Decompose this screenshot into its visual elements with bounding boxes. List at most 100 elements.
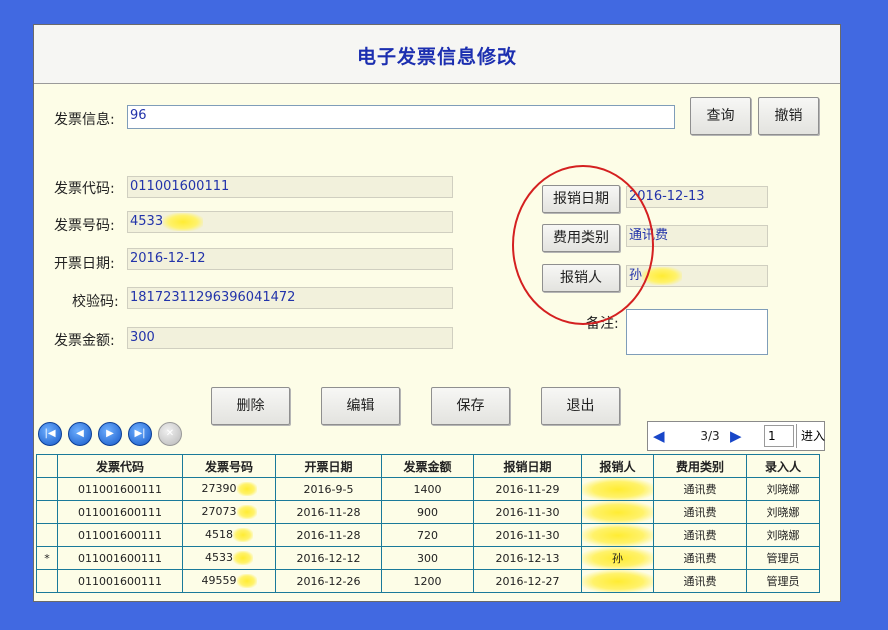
table-cell[interactable]: 2016-12-26	[275, 569, 382, 593]
go-button[interactable]: 进入	[796, 424, 826, 448]
column-header[interactable]: 费用类别	[653, 454, 747, 478]
redaction-mark	[236, 482, 257, 496]
cancel-search-button[interactable]: 撤销	[758, 97, 819, 135]
pager: ◀ 3/3 ▶ 1 进入	[647, 421, 825, 451]
next-icon[interactable]: ▶	[98, 422, 122, 446]
remark-field[interactable]	[626, 309, 768, 355]
invoice-date-field[interactable]: 2016-12-12	[127, 248, 453, 270]
table-cell[interactable]: 2016-11-30	[473, 500, 582, 524]
edit-button[interactable]: 编辑	[321, 387, 400, 425]
table-cell[interactable]: 2016-12-27	[473, 569, 582, 593]
title-bar: 电子发票信息修改	[34, 25, 840, 84]
cell-text: 49559	[201, 574, 237, 587]
invoice-amount-label: 发票金额:	[54, 333, 115, 349]
row-marker-header	[36, 454, 58, 478]
row-marker: *	[36, 546, 58, 570]
save-button[interactable]: 保存	[431, 387, 510, 425]
redaction-mark	[233, 528, 253, 542]
invoice-date-label: 开票日期:	[54, 256, 115, 272]
column-header[interactable]: 报销日期	[473, 454, 582, 478]
invoice-number-label: 发票号码:	[54, 218, 115, 234]
table-cell[interactable]: 刘晓娜	[746, 477, 820, 501]
table-cell[interactable]	[581, 477, 654, 501]
row-marker	[36, 523, 58, 547]
table-cell[interactable]: 刘晓娜	[746, 523, 820, 547]
window-title: 电子发票信息修改	[356, 46, 517, 68]
table-cell[interactable]: 管理员	[746, 546, 820, 570]
table-cell[interactable]: 300	[381, 546, 474, 570]
row-marker	[36, 477, 58, 501]
exit-button[interactable]: 退出	[541, 387, 620, 425]
table-cell[interactable]: 通讯费	[653, 569, 747, 593]
table-cell[interactable]	[581, 523, 654, 547]
column-header[interactable]: 发票代码	[57, 454, 183, 478]
reimburse-date-field[interactable]: 2016-12-13	[626, 186, 768, 208]
table-cell[interactable]: 011001600111	[57, 569, 183, 593]
invoice-edit-window: 电子发票信息修改 发票信息: 96 查询 撤销 发票代码: 0110016001…	[33, 24, 841, 602]
table-cell[interactable]	[581, 500, 654, 524]
redaction-mark	[233, 551, 253, 565]
table-cell[interactable]: 2016-11-30	[473, 523, 582, 547]
table-cell[interactable]: 通讯费	[653, 546, 747, 570]
invoice-table: 发票代码 发票号码 开票日期 发票金额 报销日期 报销人 费用类别 录入人 01…	[36, 454, 820, 593]
table-cell[interactable]: 011001600111	[57, 546, 183, 570]
delete-button[interactable]: 删除	[211, 387, 290, 425]
table-cell[interactable]: 1400	[381, 477, 474, 501]
table-cell[interactable]: 通讯费	[653, 477, 747, 501]
table-cell[interactable]: 通讯费	[653, 523, 747, 547]
column-header[interactable]: 发票号码	[182, 454, 276, 478]
table-cell[interactable]: 4518	[182, 523, 276, 547]
column-header[interactable]: 发票金额	[381, 454, 474, 478]
table-cell[interactable]: 2016-12-13	[473, 546, 582, 570]
table-cell[interactable]: 011001600111	[57, 500, 183, 524]
pager-next-icon[interactable]: ▶	[730, 427, 742, 445]
table-cell[interactable]: 2016-9-5	[275, 477, 382, 501]
table-row[interactable]: * 011001600111 4533 2016-12-12 300 2016-…	[36, 546, 820, 570]
table-cell[interactable]: 2016-11-28	[275, 523, 382, 547]
first-icon[interactable]: |◀	[38, 422, 62, 446]
table-cell[interactable]: 720	[381, 523, 474, 547]
table-row[interactable]: 011001600111 49559 2016-12-26 1200 2016-…	[36, 569, 820, 593]
redaction-mark	[163, 212, 204, 231]
invoice-number-field[interactable]: 4533	[127, 211, 453, 233]
column-header[interactable]: 开票日期	[275, 454, 382, 478]
column-header[interactable]: 报销人	[581, 454, 654, 478]
search-label: 发票信息:	[54, 112, 115, 128]
table-cell[interactable]	[581, 569, 654, 593]
column-header[interactable]: 录入人	[746, 454, 820, 478]
table-cell[interactable]: 900	[381, 500, 474, 524]
table-cell[interactable]: 2016-12-12	[275, 546, 382, 570]
pager-prev-icon[interactable]: ◀	[653, 427, 665, 445]
page-input[interactable]: 1	[764, 425, 794, 447]
table-cell[interactable]: 2016-11-29	[473, 477, 582, 501]
table-cell[interactable]: 27073	[182, 500, 276, 524]
table-cell[interactable]: 011001600111	[57, 523, 183, 547]
table-row[interactable]: 011001600111 4518 2016-11-28 720 2016-11…	[36, 523, 820, 547]
table-header-row: 发票代码 发票号码 开票日期 发票金额 报销日期 报销人 费用类别 录入人	[36, 454, 820, 478]
table-cell[interactable]: 49559	[182, 569, 276, 593]
table-cell[interactable]: 011001600111	[57, 477, 183, 501]
cell-text: 4533	[205, 551, 233, 564]
search-input[interactable]: 96	[127, 105, 675, 129]
table-cell[interactable]: 27390	[182, 477, 276, 501]
invoice-code-field[interactable]: 011001600111	[127, 176, 453, 198]
table-cell[interactable]: 1200	[381, 569, 474, 593]
table-cell[interactable]: 通讯费	[653, 500, 747, 524]
invoice-number-value: 4533	[130, 214, 164, 229]
check-code-label: 校验码:	[72, 294, 119, 310]
query-button[interactable]: 查询	[690, 97, 751, 135]
table-row[interactable]: 011001600111 27390 2016-9-5 1400 2016-11…	[36, 477, 820, 501]
table-cell[interactable]: 孙	[581, 546, 654, 570]
cell-text: 4518	[205, 528, 233, 541]
table-cell[interactable]: 4533	[182, 546, 276, 570]
check-code-field[interactable]: 18172311296396041472	[127, 287, 453, 309]
table-cell[interactable]: 2016-11-28	[275, 500, 382, 524]
prev-icon[interactable]: ◀	[68, 422, 92, 446]
last-icon[interactable]: ▶|	[128, 422, 152, 446]
table-cell[interactable]: 刘晓娜	[746, 500, 820, 524]
invoice-code-label: 发票代码:	[54, 181, 115, 197]
table-row[interactable]: 011001600111 27073 2016-11-28 900 2016-1…	[36, 500, 820, 524]
invoice-amount-field[interactable]: 300	[127, 327, 453, 349]
table-cell[interactable]: 管理员	[746, 569, 820, 593]
cancel-icon[interactable]: ✕	[158, 422, 182, 446]
